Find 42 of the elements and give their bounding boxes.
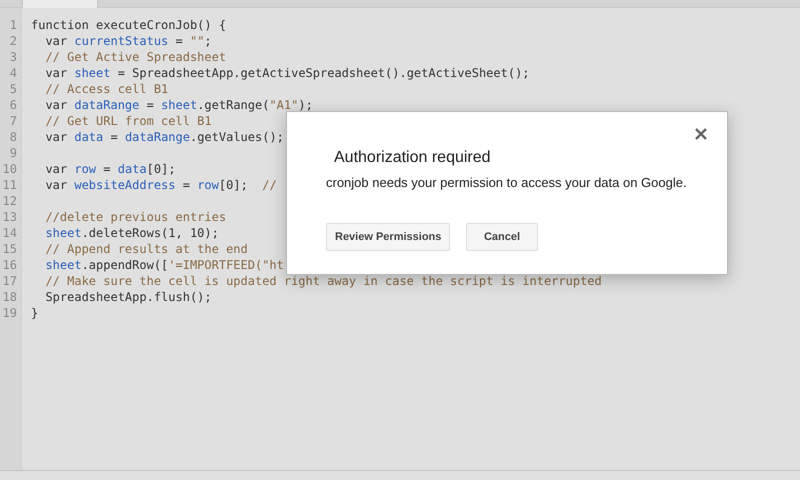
line-number: 19 [2,305,18,321]
line-number: 9 [8,145,18,161]
review-permissions-button[interactable]: Review Permissions [326,223,450,251]
code-line: } [31,305,38,321]
line-number: 6 [8,97,18,113]
line-number: 12 [2,193,18,209]
dialog-title: Authorization required [334,148,491,168]
line-number: 14 [2,225,18,241]
line-number: 15 [2,241,18,257]
code-line: var sheet = SpreadsheetApp.getActiveSpreadsheet().getActiveSheet(); [44,65,530,81]
code-line: var row = data[0]; [44,161,176,177]
line-number: 10 [2,161,18,177]
code-line: // Append results at the end [44,241,248,257]
line-number: 8 [8,129,18,145]
code-line: //delete previous entries [44,209,226,225]
code-line: // Access cell B1 [44,81,168,97]
cancel-button[interactable]: Cancel [466,223,538,251]
line-number: 1 [8,17,18,33]
code-line: // Get URL from cell B1 [44,113,212,129]
code-line: sheet.appendRow(['=IMPORTFEED("ht [44,257,284,273]
line-number: 7 [8,113,18,129]
line-number: 16 [2,257,18,273]
line-number: 4 [8,65,18,81]
line-number: 17 [2,273,18,289]
line-number: 5 [8,81,18,97]
code-line: var data = dataRange.getValues(); [44,129,284,145]
close-icon [695,128,707,140]
code-line: // Get Active Spreadsheet [44,49,226,65]
line-number: 11 [2,177,18,193]
code-line: SpreadsheetApp.flush(); [44,289,212,305]
line-number: 2 [8,33,18,49]
dialog-message: cronjob needs your permission to access your data on Google. [326,174,687,192]
code-line: sheet.deleteRows(1, 10); [44,225,219,241]
close-button[interactable] [693,126,709,142]
code-line: function executeCronJob() { [31,17,226,33]
code-line: var currentStatus = ""; [44,33,212,49]
code-line: var websiteAddress = row[0]; // [44,177,277,193]
code-line: var dataRange = sheet.getRange("A1"); [44,97,313,113]
line-number: 3 [8,49,18,65]
code-line: // Make sure the cell is updated right away in case the script is interrupted [44,273,602,289]
line-number: 18 [2,289,18,305]
line-number: 13 [2,209,18,225]
